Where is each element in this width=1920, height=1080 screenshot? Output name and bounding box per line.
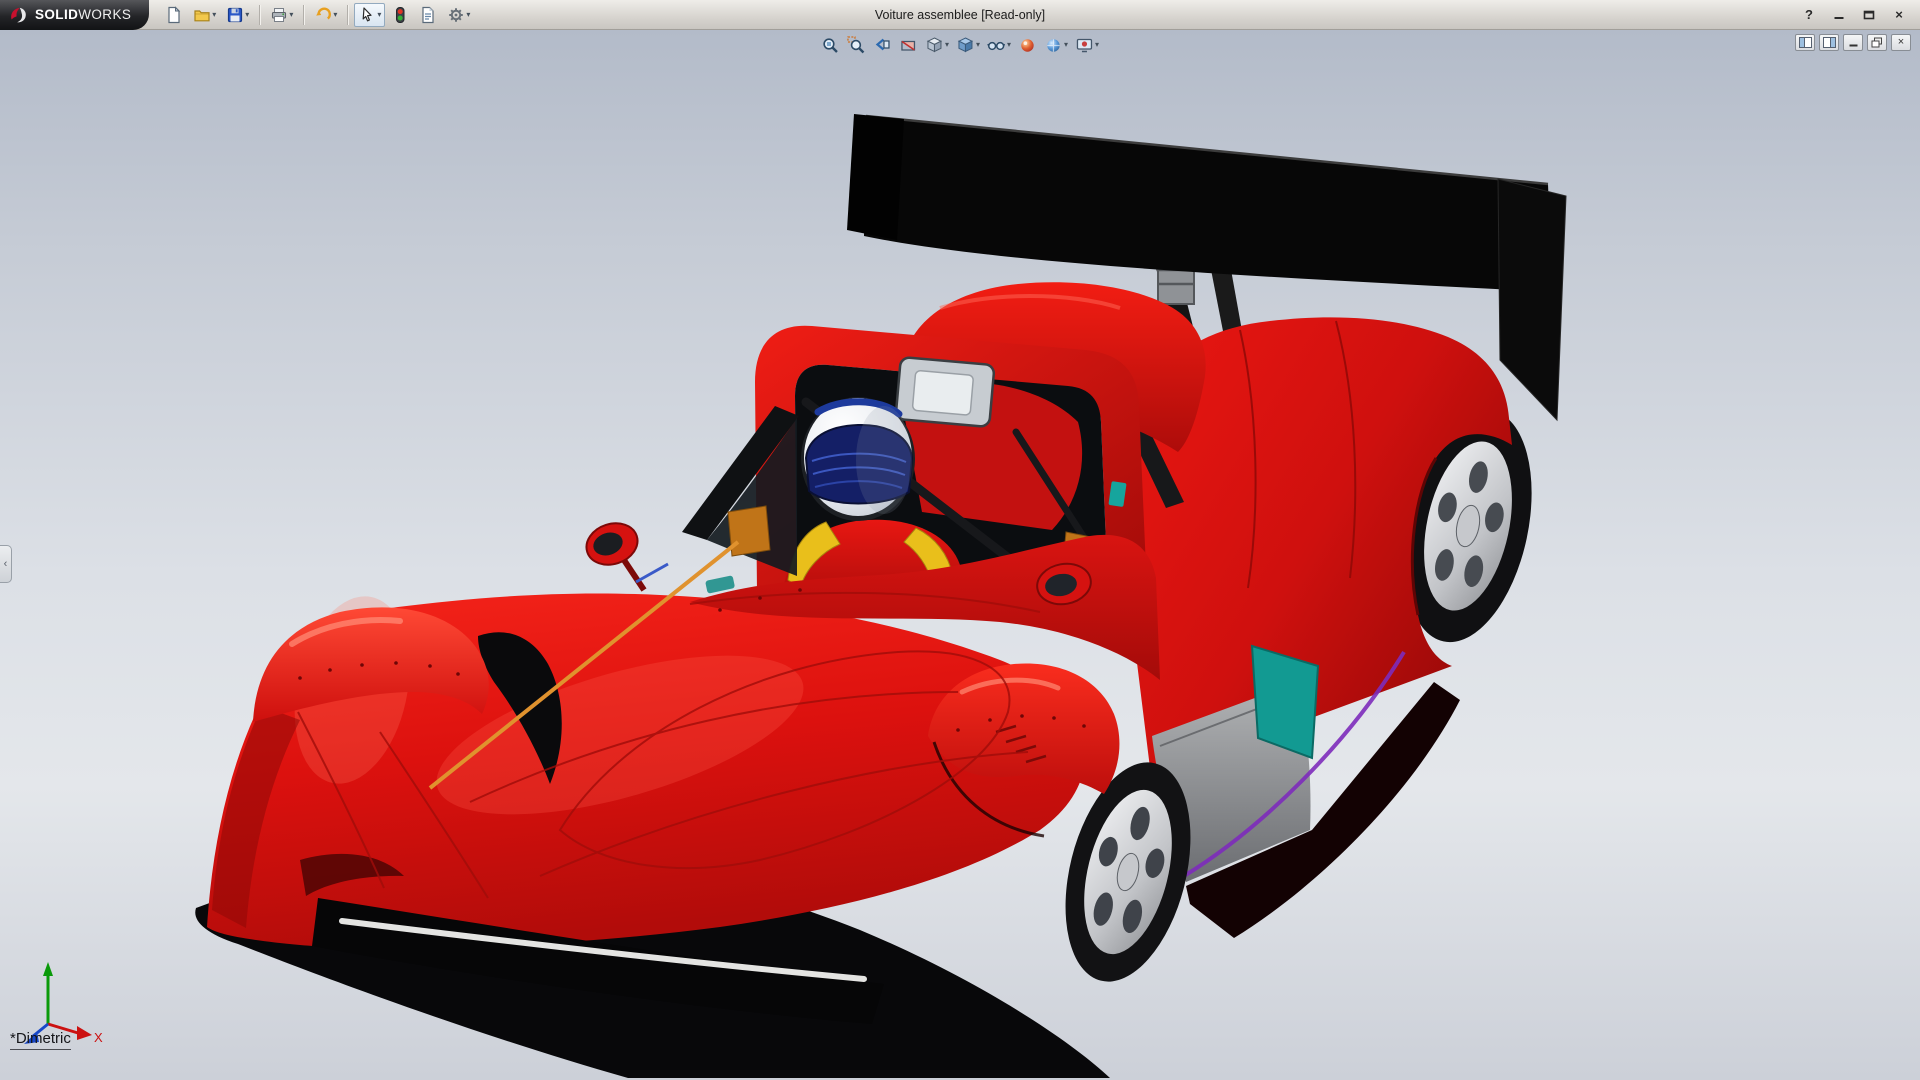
standard-toolbar: ▾ ▾ ▾ — [149, 3, 474, 27]
minimize-document-button[interactable] — [1843, 34, 1863, 51]
hide-show-items-button[interactable]: ▾ — [985, 33, 1013, 57]
dropdown-caret-icon: ▾ — [1064, 41, 1068, 49]
wing-right-endplate — [1498, 179, 1566, 420]
view-orientation-label: *Dimetric — [10, 1030, 71, 1050]
zoom-to-area-button[interactable] — [845, 33, 868, 57]
display-style-button[interactable]: ▾ — [954, 33, 982, 57]
undo-button[interactable]: ▾ — [310, 3, 341, 27]
titlebar[interactable]: SOLIDWORKS ▾ — [0, 0, 1920, 30]
display-pane-toggle-button[interactable] — [1819, 34, 1839, 51]
brand-wordmark: SOLIDWORKS — [35, 7, 131, 22]
driver-helmet — [801, 397, 915, 521]
cockpit-panel-left — [728, 506, 770, 556]
previous-view-button[interactable] — [871, 33, 894, 57]
options-gear-icon — [447, 6, 465, 24]
file-properties-icon — [419, 6, 437, 24]
file-properties-button[interactable] — [415, 3, 441, 27]
restore-document-button[interactable] — [1867, 34, 1887, 51]
view-orientation-cube-icon — [925, 36, 944, 55]
minimize-icon — [1848, 38, 1859, 47]
toolbar-separator — [347, 5, 348, 25]
pane-left-icon — [1799, 37, 1812, 48]
windscreen-scoop — [895, 357, 994, 427]
close-button[interactable]: × — [1890, 6, 1908, 24]
restore-icon — [1871, 37, 1883, 48]
wing-main-plane — [864, 116, 1552, 292]
chevron-left-icon: ‹ — [4, 558, 8, 570]
toolbar-separator — [259, 5, 260, 25]
help-button[interactable]: ? — [1800, 6, 1818, 24]
pane-right-icon — [1823, 37, 1836, 48]
new-document-icon — [165, 6, 183, 24]
apply-scene-button[interactable]: ▾ — [1042, 33, 1070, 57]
graphics-area[interactable]: X — [0, 30, 1920, 1080]
feature-pane-toggle-button[interactable] — [1795, 34, 1815, 51]
new-document-button[interactable] — [161, 3, 187, 27]
zoom-to-area-icon — [847, 36, 866, 55]
left-mirror — [581, 517, 644, 590]
panel-collapse-tab[interactable]: ‹ — [0, 545, 12, 583]
dassault-systemes-logo-icon — [8, 5, 28, 25]
minimize-button[interactable] — [1830, 6, 1848, 24]
view-settings-icon — [1075, 36, 1094, 55]
dropdown-caret-icon: ▾ — [976, 41, 980, 49]
open-folder-icon — [193, 6, 211, 24]
dropdown-caret-icon: ▾ — [1007, 41, 1011, 49]
dropdown-caret-icon: ▾ — [289, 11, 293, 19]
undo-arrow-icon — [314, 6, 332, 24]
document-window-controls: × — [1795, 34, 1911, 51]
edit-appearance-button[interactable] — [1016, 33, 1039, 57]
options-button[interactable]: ▾ — [443, 3, 474, 27]
dropdown-caret-icon: ▾ — [945, 41, 949, 49]
view-orientation-button[interactable]: ▾ — [923, 33, 951, 57]
rebuild-button[interactable] — [387, 3, 413, 27]
graphics-viewport: X — [0, 30, 1920, 1080]
select-cursor-icon — [358, 6, 376, 24]
hide-show-glasses-icon — [987, 36, 1006, 55]
dropdown-caret-icon: ▾ — [333, 11, 337, 19]
save-button[interactable]: ▾ — [222, 3, 253, 27]
print-icon — [270, 6, 288, 24]
display-style-cube-icon — [956, 36, 975, 55]
dropdown-caret-icon: ▾ — [1095, 41, 1099, 49]
zoom-to-fit-icon — [821, 36, 840, 55]
wing-left-endplate — [847, 114, 904, 240]
window-controls: ? × — [1800, 6, 1920, 24]
dropdown-caret-icon: ▾ — [212, 11, 216, 19]
save-floppy-icon — [226, 6, 244, 24]
toolbar-separator — [303, 5, 304, 25]
rebuild-stoplight-icon — [391, 6, 409, 24]
select-tool-button[interactable]: ▾ — [354, 3, 385, 27]
solidworks-window: SOLIDWORKS ▾ — [0, 0, 1920, 1080]
maximize-icon — [1863, 10, 1875, 20]
edit-appearance-ball-icon — [1018, 36, 1037, 55]
previous-view-icon — [873, 36, 892, 55]
solidworks-logo-block: SOLIDWORKS — [0, 0, 149, 30]
view-settings-button[interactable]: ▾ — [1073, 33, 1101, 57]
section-view-button[interactable] — [897, 33, 920, 57]
maximize-button[interactable] — [1860, 6, 1878, 24]
heads-up-view-toolbar: ▾ ▾ ▾ — [819, 33, 1101, 57]
minimize-icon — [1833, 10, 1845, 20]
triad-x-label: X — [94, 1030, 103, 1045]
print-button[interactable]: ▾ — [266, 3, 297, 27]
cockpit-teal-left — [705, 575, 735, 594]
close-document-button[interactable]: × — [1891, 34, 1911, 51]
dropdown-caret-icon: ▾ — [466, 11, 470, 19]
dropdown-caret-icon: ▾ — [377, 11, 381, 19]
sketch-line-blue[interactable] — [636, 564, 668, 582]
window-title: Voiture assemblee [Read-only] — [875, 0, 1045, 30]
apply-scene-globe-icon — [1044, 36, 1063, 55]
open-button[interactable]: ▾ — [189, 3, 220, 27]
section-view-icon — [899, 36, 918, 55]
dropdown-caret-icon: ▾ — [245, 11, 249, 19]
zoom-to-fit-button[interactable] — [819, 33, 842, 57]
